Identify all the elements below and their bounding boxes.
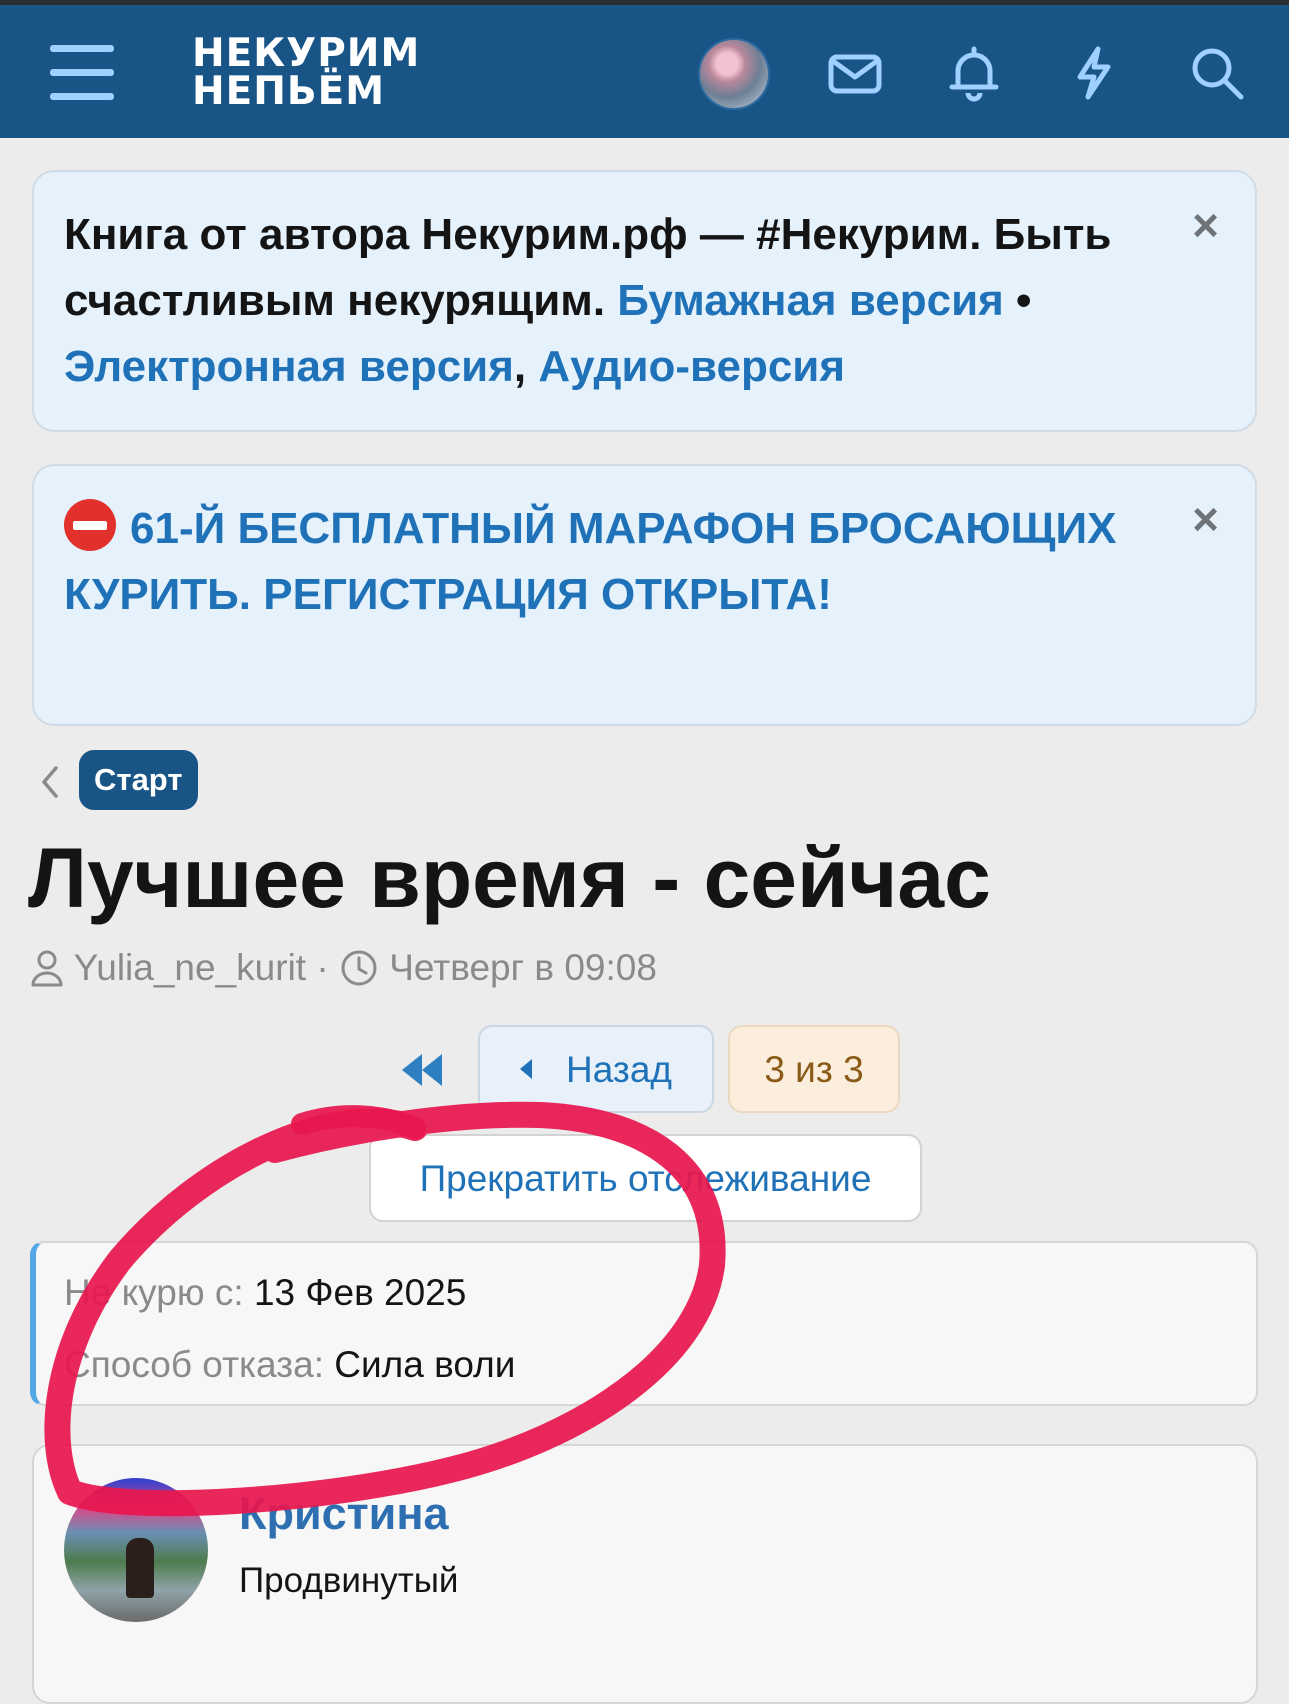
ebook-version-link[interactable]: Электронная версия (64, 342, 514, 391)
unwatch-button[interactable]: Прекратить отслеживание (369, 1134, 922, 1222)
search-icon[interactable] (1187, 43, 1247, 103)
quit-method-row: Способ отказа: Сила воли (64, 1340, 515, 1390)
page-indicator[interactable]: 3 из 3 (728, 1025, 900, 1113)
site-header: НЕКУРИМ НЕПЬЁМ (0, 5, 1289, 138)
comma-separator: , (513, 342, 539, 391)
bell-icon[interactable] (944, 43, 1004, 103)
post-avatar[interactable] (64, 1478, 208, 1622)
paper-version-link[interactable]: Бумажная версия (617, 276, 1004, 325)
user-icon (31, 950, 63, 987)
thread-author[interactable]: Yulia_ne_kurit (74, 947, 306, 988)
post-user-rank: Продвинутый (239, 1561, 459, 1600)
bolt-icon[interactable] (1064, 43, 1124, 103)
chevron-left-icon[interactable] (36, 762, 62, 802)
logo-line-1: НЕКУРИМ (192, 31, 421, 76)
audio-version-link[interactable]: Аудио-версия (538, 342, 845, 391)
bullet-separator: • (1003, 276, 1032, 325)
post-card: Кристина Продвинутый (32, 1444, 1258, 1704)
thread-date[interactable]: Четверг в 09:08 (389, 947, 657, 988)
mail-icon[interactable] (825, 43, 885, 103)
logo-line-2: НЕПЬЁМ (192, 69, 386, 114)
menu-icon[interactable] (50, 45, 114, 101)
close-icon[interactable]: × (1192, 496, 1219, 542)
breadcrumb-start[interactable]: Старт (79, 750, 198, 810)
marathon-notice: 61-Й БЕСПЛАТНЫЙ МАРАФОН БРОСАЮЩИХ КУРИТЬ… (32, 464, 1257, 726)
clock-icon (341, 950, 377, 986)
quit-method-label: Способ отказа: (64, 1344, 335, 1385)
quit-since-value: 13 Фев 2025 (253, 1272, 467, 1313)
quit-since-label: Не курю с: (64, 1272, 254, 1313)
post-username[interactable]: Кристина (239, 1486, 449, 1542)
no-entry-icon (64, 499, 116, 551)
book-notice: Книга от автора Некурим.рф — #Некурим. Б… (32, 170, 1257, 432)
first-page-icon[interactable] (398, 1048, 446, 1092)
marathon-link[interactable]: 61-Й БЕСПЛАТНЫЙ МАРАФОН БРОСАЮЩИХ КУРИТЬ… (64, 496, 1164, 628)
quit-since-row: Не курю с: 13 Фев 2025 (64, 1268, 466, 1318)
meta-separator: · (306, 947, 339, 988)
page-title: Лучшее время - сейчас (28, 831, 991, 925)
book-notice-text: Книга от автора Некурим.рф — #Некурим. Б… (64, 202, 1204, 400)
prev-page-label: Назад (565, 1048, 672, 1090)
quit-method-value: Сила воли (334, 1344, 516, 1385)
close-icon[interactable]: × (1192, 202, 1219, 248)
quit-info-panel: Не курю с: 13 Фев 2025 Способ отказа: Си… (30, 1241, 1258, 1406)
prev-page-button[interactable]: Назад (478, 1025, 714, 1113)
caret-left-icon (519, 1059, 532, 1079)
user-avatar[interactable] (698, 38, 770, 110)
site-logo[interactable]: НЕКУРИМ НЕПЬЁМ (192, 31, 421, 114)
marathon-text: 61-Й БЕСПЛАТНЫЙ МАРАФОН БРОСАЮЩИХ КУРИТЬ… (64, 504, 1117, 619)
thread-meta: Yulia_ne_kurit · Четверг в 09:08 (30, 942, 657, 994)
